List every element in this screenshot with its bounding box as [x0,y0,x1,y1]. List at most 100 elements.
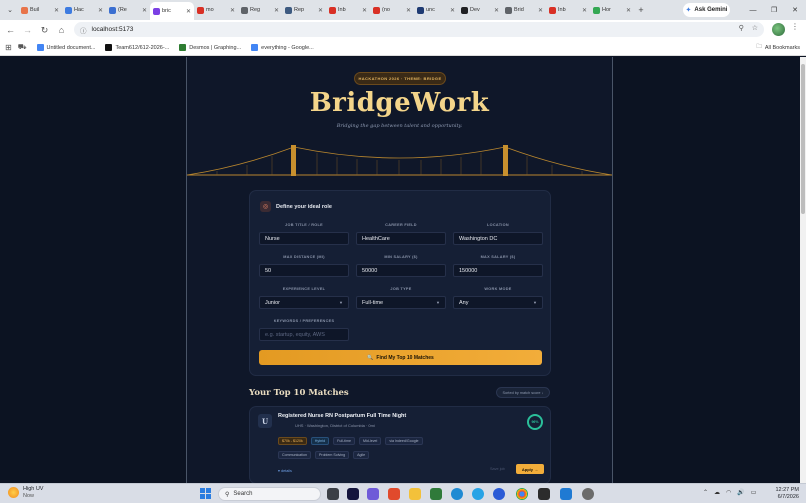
tab-label: bric [162,8,171,14]
apps-grid-icon[interactable]: ⊞ [5,43,12,52]
tab-close-icon[interactable]: ✕ [406,7,411,14]
photos-icon[interactable] [493,488,505,500]
forward-arrow-icon[interactable]: → [19,22,36,39]
all-bookmarks-button[interactable]: 🗀 All Bookmarks [756,43,800,52]
windows-start-icon[interactable] [200,488,211,499]
max-distance-input[interactable]: 50 [259,264,349,277]
bookmark-item[interactable]: Desmos | Graphing... [175,44,245,51]
browser-tab[interactable]: (no ✕ [370,2,414,18]
tab-favicon-icon [285,6,292,14]
browser-tab[interactable]: Hac ✕ [62,2,106,18]
keywords-input[interactable]: e.g. startup, equity, AWS [259,328,349,341]
tab-close-icon[interactable]: ✕ [582,7,587,14]
back-arrow-icon[interactable]: ← [2,22,19,39]
premiere-icon[interactable] [347,488,359,500]
tab-groups-icon[interactable]: ⛟ [14,43,31,52]
browser-menu-icon[interactable]: ⋮ [791,22,799,31]
scrollbar-thumb[interactable] [801,64,805,214]
profile-avatar[interactable] [772,23,785,36]
browser-tab[interactable]: Brid ✕ [502,2,546,18]
career-field-input[interactable]: HealthCare [356,232,446,245]
find-matches-button[interactable]: 🔍 Find My Top 10 Matches [259,350,542,365]
browser-tab[interactable]: Reg ✕ [238,2,282,18]
tab-close-icon[interactable]: ✕ [186,8,191,15]
taskbar-search[interactable]: ⚲ Search [218,487,321,501]
task-view-icon[interactable] [327,488,339,500]
details-toggle[interactable]: ▾ details [278,468,292,473]
tab-close-icon[interactable]: ✕ [230,7,235,14]
edge-icon[interactable] [451,488,463,500]
browser-tab[interactable]: Rep ✕ [282,2,326,18]
outlook-icon[interactable] [472,488,484,500]
file-explorer-icon[interactable] [409,488,421,500]
browser-tab[interactable]: bric ✕ [150,2,194,20]
sort-dropdown[interactable]: Sorted by match score ↓ [496,387,550,398]
tab-close-icon[interactable]: ✕ [450,7,455,14]
chrome-icon[interactable] [516,488,528,500]
store-icon[interactable] [430,488,442,500]
min-salary-input[interactable]: 50000 [356,264,446,277]
reload-icon[interactable]: ↻ [36,22,53,39]
new-tab-button[interactable]: + [634,5,648,15]
wifi-icon[interactable]: ◠ [726,489,731,496]
battery-icon[interactable]: ▭ [751,489,757,496]
tab-close-icon[interactable]: ✕ [538,7,543,14]
save-job-link[interactable]: Save job [490,467,505,471]
page-viewport: HACKATHON 2026 · THEME: BRIDGE BridgeWor… [0,57,800,483]
weather-widget[interactable]: High UV Now [8,486,43,499]
tab-close-icon[interactable]: ✕ [142,7,147,14]
location-input[interactable]: Washington DC [453,232,543,245]
home-icon[interactable]: ⌂ [53,22,70,39]
browser-tab[interactable]: (Re ✕ [106,2,150,18]
terminal-icon[interactable] [538,488,550,500]
chevron-up-icon[interactable]: ⌃ [703,489,708,496]
apply-button[interactable]: Apply → [516,464,544,474]
browser-tab[interactable]: Inb ✕ [546,2,590,18]
browser-tab[interactable]: mo ✕ [194,2,238,18]
job-title[interactable]: Registered Nurse RN Postpartum Full Time… [278,413,406,419]
minimize-icon[interactable]: — [742,0,764,20]
ask-gemini-button[interactable]: ✦ Ask Gemini [683,3,730,17]
taskbar-search-placeholder: Search [233,491,253,497]
bookmark-item[interactable]: everything - Google... [247,44,318,51]
tab-search-icon[interactable]: ⌄ [2,2,18,18]
tab-close-icon[interactable]: ✕ [626,7,631,14]
tab-close-icon[interactable]: ✕ [54,7,59,14]
zoom-icon[interactable]: ⚲ [739,24,744,32]
browser-tab[interactable]: Dev ✕ [458,2,502,18]
match-card[interactable]: U Registered Nurse RN Postpartum Full Ti… [249,406,551,483]
clock[interactable]: 12:27 PM 6/7/2026 [773,487,799,500]
cloud-icon[interactable]: ☁ [714,489,720,496]
address-bar[interactable]: ⓘ localhost:5173 ⚲ ☆ [74,22,764,37]
volume-icon[interactable]: 🔊 [737,489,744,496]
bookmark-item[interactable]: Untitled document... [33,44,100,51]
max-salary-input[interactable]: 150000 [453,264,543,277]
copilot-icon[interactable] [388,488,400,500]
teams-icon[interactable] [367,488,379,500]
bookmark-star-icon[interactable]: ☆ [752,24,758,32]
job-title-input[interactable]: Nurse [259,232,349,245]
tab-close-icon[interactable]: ✕ [98,7,103,14]
browser-tab[interactable]: Hor ✕ [590,2,634,18]
browser-tab[interactable]: Buil ✕ [18,2,62,18]
close-window-icon[interactable]: ✕ [784,0,806,20]
browser-tab[interactable]: unc ✕ [414,2,458,18]
browser-tab[interactable]: Inb ✕ [326,2,370,18]
job-type-select[interactable]: Full-time ▼ [356,296,446,309]
site-info-icon[interactable]: ⓘ [80,25,87,35]
restore-icon[interactable]: ❐ [763,0,785,20]
job-type-value: Full-time [362,299,384,306]
job-tag: Agile [353,451,370,459]
vscode-icon[interactable] [560,488,572,500]
tab-favicon-icon [549,6,556,14]
tab-close-icon[interactable]: ✕ [494,7,499,14]
work-mode-select[interactable]: Any ▼ [453,296,543,309]
tab-close-icon[interactable]: ✕ [274,7,279,14]
tab-close-icon[interactable]: ✕ [318,7,323,14]
chevron-down-icon: ▼ [436,300,440,305]
tab-label: Buil [30,7,40,13]
bookmark-item[interactable]: Team612/612-2026-... [101,44,173,51]
tab-close-icon[interactable]: ✕ [362,7,367,14]
experience-select[interactable]: Junior ▼ [259,296,349,309]
media-player-icon[interactable] [582,488,594,500]
